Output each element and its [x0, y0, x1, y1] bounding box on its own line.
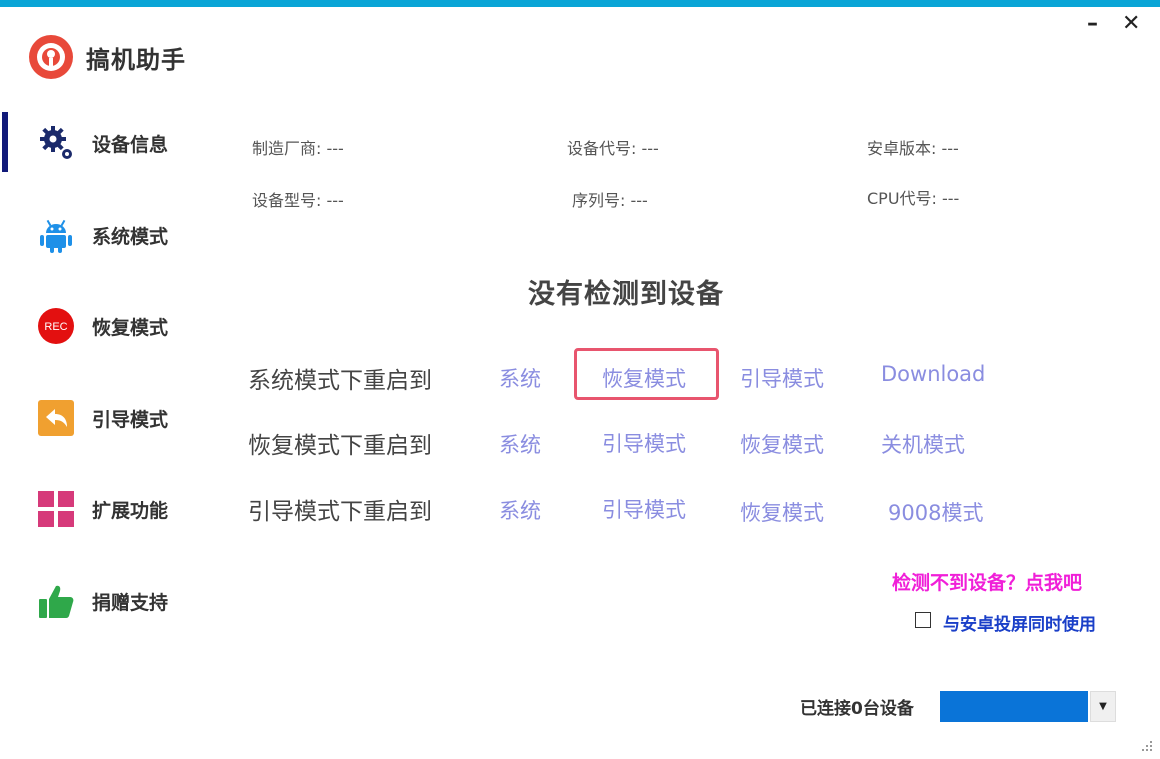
reboot-bootloader-to-bootloader[interactable]: 引导模式 [602, 494, 686, 524]
reboot-row-label-system: 系统模式下重启到 [248, 368, 432, 394]
sidebar-item-label: 引导模式 [92, 409, 169, 431]
back-arrow-icon [38, 400, 74, 436]
sidebar-item-donate[interactable]: 捐赠支持 [0, 570, 220, 630]
screen-mirror-label[interactable]: 与安卓投屏同时使用 [943, 610, 1096, 635]
serial-info: 序列号: --- [572, 191, 648, 210]
gear-icon [40, 126, 72, 159]
sidebar-item-label: 捐赠支持 [92, 592, 169, 614]
sidebar-item-label: 系统模式 [92, 226, 169, 248]
manufacturer-info: 制造厂商: --- [252, 139, 344, 158]
chevron-down-icon[interactable]: ▼ [1090, 691, 1116, 722]
rec-icon: REC [38, 308, 74, 344]
sidebar-item-label: 设备信息 [92, 134, 169, 156]
sidebar-item-recovery-mode[interactable]: REC 恢复模式 [0, 295, 220, 355]
sidebar-item-system-mode[interactable]: 系统模式 [0, 204, 220, 264]
reboot-recovery-to-poweroff[interactable]: 关机模式 [881, 429, 965, 459]
help-link[interactable]: 检测不到设备？点我吧 [892, 568, 1082, 595]
minimize-button[interactable]: – [1087, 10, 1098, 38]
sidebar-item-bootloader-mode[interactable]: 引导模式 [0, 387, 220, 447]
cpu-info: CPU代号: --- [867, 189, 960, 208]
model-info: 设备型号: --- [252, 191, 344, 210]
reboot-row-label-recovery: 恢复模式下重启到 [248, 433, 432, 459]
reboot-bootloader-to-9008[interactable]: 9008模式 [888, 497, 983, 527]
device-select-value[interactable] [940, 691, 1088, 722]
reboot-system-to-system[interactable]: 系统 [499, 363, 541, 393]
title-accent-bar [0, 0, 1160, 7]
reboot-bootloader-to-system[interactable]: 系统 [499, 495, 541, 525]
android-version-info: 安卓版本: --- [867, 139, 959, 158]
sidebar-item-label: 恢复模式 [92, 317, 169, 339]
device-code-info: 设备代号: --- [567, 139, 659, 158]
reboot-bootloader-to-recovery[interactable]: 恢复模式 [740, 497, 824, 527]
grid-icon [38, 491, 74, 527]
connection-status: 已连接0台设备 [800, 699, 914, 719]
sidebar-item-label: 扩展功能 [92, 500, 169, 522]
app-title: 搞机助手 [86, 46, 186, 74]
device-select[interactable]: ▼ [940, 691, 1116, 722]
reboot-recovery-to-bootloader[interactable]: 引导模式 [602, 428, 686, 458]
resize-grip-icon[interactable] [1138, 737, 1154, 753]
android-icon [40, 219, 72, 253]
reboot-row-label-bootloader: 引导模式下重启到 [248, 499, 432, 525]
sidebar-item-device-info[interactable]: 设备信息 [0, 112, 220, 172]
no-device-message: 没有检测到设备 [528, 279, 724, 310]
reboot-system-to-download[interactable]: Download [881, 362, 985, 386]
thumbs-up-icon [39, 585, 74, 618]
rec-icon-text: REC [44, 321, 67, 333]
reboot-system-to-bootloader[interactable]: 引导模式 [740, 363, 824, 393]
close-button[interactable]: ✕ [1122, 10, 1140, 38]
highlight-box [574, 348, 719, 400]
reboot-recovery-to-system[interactable]: 系统 [499, 429, 541, 459]
app-logo-icon [29, 35, 73, 79]
reboot-recovery-to-recovery[interactable]: 恢复模式 [740, 429, 824, 459]
screen-mirror-checkbox[interactable] [915, 612, 931, 628]
sidebar-item-extensions[interactable]: 扩展功能 [0, 478, 220, 538]
